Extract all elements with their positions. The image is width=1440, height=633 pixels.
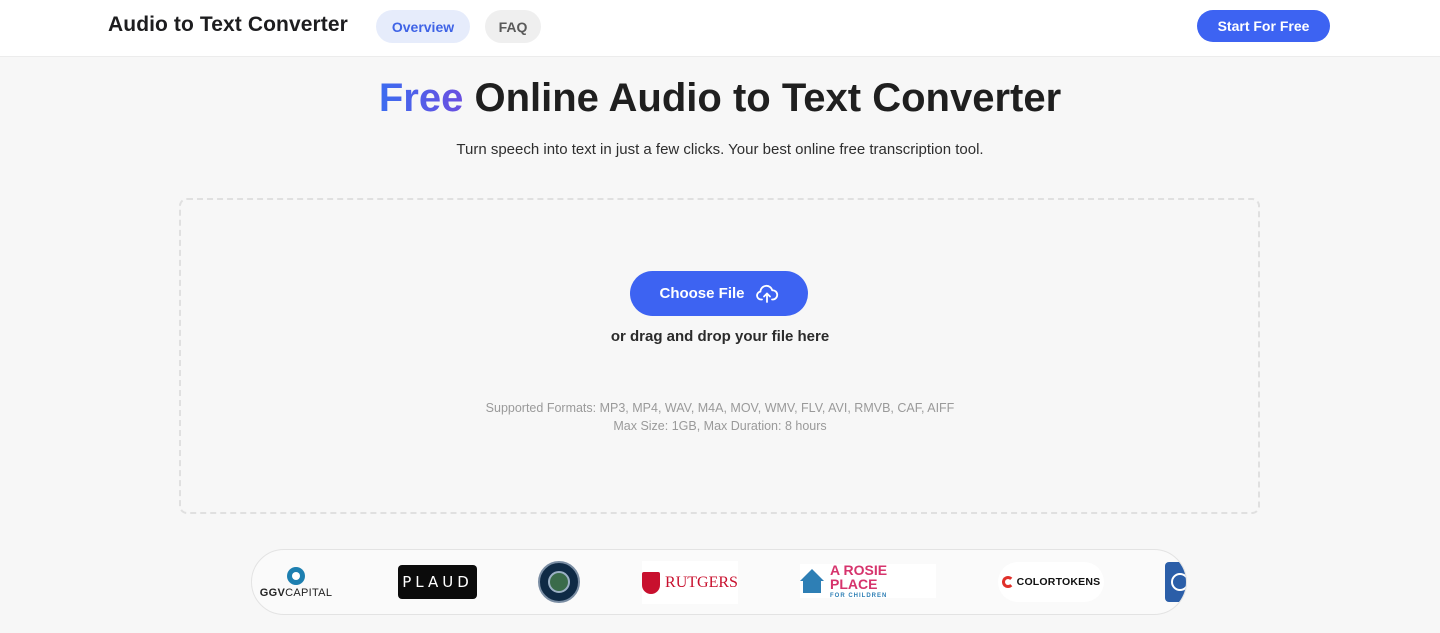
- rosie-tagline: FOR CHILDREN: [830, 593, 888, 599]
- top-navbar: Audio to Text Converter Overview FAQ Sta…: [0, 0, 1440, 57]
- brand-title[interactable]: Audio to Text Converter: [108, 13, 348, 37]
- rutgers-wordmark: RUTGERS: [665, 573, 738, 591]
- nav-tab-faq[interactable]: FAQ: [485, 10, 541, 43]
- logo-colortokens: COLORTOKENS: [998, 562, 1104, 602]
- house-icon: [800, 569, 824, 593]
- ggv-mark-icon: [287, 567, 305, 585]
- cloud-upload-icon: [755, 284, 778, 303]
- colortokens-wordmark: COLORTOKENS: [1016, 576, 1101, 588]
- start-for-free-button[interactable]: Start For Free: [1197, 10, 1330, 42]
- rutgers-shield-icon: [642, 571, 661, 594]
- nav-tab-overview[interactable]: Overview: [376, 10, 470, 43]
- customer-logo-strip: GGVCAPITAL PLAUD RUTGERS A ROSIE PLACE F…: [251, 549, 1187, 615]
- logo-timberwolves: [538, 561, 580, 603]
- logo-plaud: PLAUD: [398, 565, 477, 599]
- supported-formats-text: Supported Formats: MP3, MP4, WAV, M4A, M…: [485, 401, 955, 415]
- title-accent: Free: [378, 76, 464, 120]
- drag-drop-hint: or drag and drop your file here: [610, 328, 830, 345]
- page-title: Free Online Audio to Text Converter: [0, 76, 1440, 121]
- choose-file-button[interactable]: Choose File: [630, 271, 808, 316]
- rosie-wordmark: A ROSIE PLACE: [830, 562, 888, 592]
- logo-partial-seal: [1165, 562, 1186, 602]
- ggv-wordmark: GGVCAPITAL: [259, 587, 333, 599]
- logo-ggv-capital: GGVCAPITAL: [256, 564, 336, 602]
- page-subtitle: Turn speech into text in just a few clic…: [456, 141, 984, 158]
- colortokens-mark-icon: [1001, 576, 1014, 588]
- wolf-emblem-icon: [548, 571, 570, 593]
- choose-file-label: Choose File: [659, 285, 745, 302]
- file-dropzone[interactable]: [179, 198, 1260, 514]
- logo-rutgers: RUTGERS: [642, 561, 738, 604]
- title-rest: Online Audio to Text Converter: [463, 76, 1062, 120]
- format-info: Supported Formats: MP3, MP4, WAV, M4A, M…: [0, 399, 1440, 435]
- seal-icon: [1171, 573, 1186, 591]
- logo-a-rosie-place: A ROSIE PLACE FOR CHILDREN: [800, 562, 936, 599]
- size-limits-text: Max Size: 1GB, Max Duration: 8 hours: [613, 419, 827, 433]
